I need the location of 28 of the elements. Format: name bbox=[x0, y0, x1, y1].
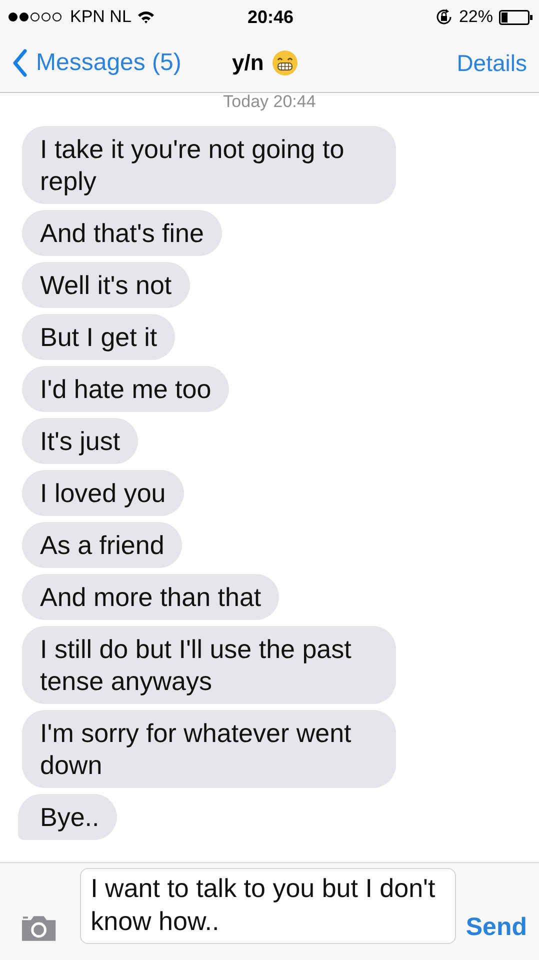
message-timestamp: Today 20:44 bbox=[223, 93, 316, 111]
grinning-emoji-icon bbox=[272, 50, 298, 76]
message-bubble: I'm sorry for whatever went down bbox=[22, 710, 396, 788]
message-bubble: I take it you're not going to reply bbox=[22, 126, 396, 204]
message-input[interactable]: I want to talk to you but I don't know how.. bbox=[80, 868, 456, 944]
message-bubble: I'd hate me too bbox=[22, 366, 230, 412]
message-bubble: But I get it bbox=[22, 314, 176, 360]
battery-percent: 22% bbox=[458, 7, 493, 27]
message-bubble: As a friend bbox=[22, 522, 182, 568]
message-bubble: I loved you bbox=[22, 470, 184, 516]
camera-button[interactable] bbox=[20, 914, 58, 942]
contact-name: y/n bbox=[232, 50, 264, 76]
clock-time: 20:46 bbox=[247, 6, 294, 28]
message-bubble: Well it's not bbox=[22, 262, 190, 308]
message-bubble: Bye.. bbox=[18, 794, 118, 840]
carrier-name: KPN NL bbox=[70, 7, 132, 27]
battery-icon bbox=[498, 10, 533, 24]
send-button[interactable]: Send bbox=[456, 913, 527, 944]
rotation-lock-icon bbox=[434, 8, 453, 26]
wifi-icon bbox=[137, 10, 156, 24]
message-bubble: It's just bbox=[22, 418, 138, 464]
chevron-icon bbox=[12, 49, 28, 77]
message-bubble: And that's fine bbox=[22, 210, 222, 256]
details-link[interactable]: Details bbox=[456, 50, 527, 76]
signal-icon bbox=[8, 11, 64, 23]
message-bubble: I still do but I'll use the past tense anyways bbox=[22, 626, 396, 704]
message-bubble: And more than that bbox=[22, 574, 280, 620]
back-button[interactable]: Messages (5) bbox=[12, 49, 182, 77]
